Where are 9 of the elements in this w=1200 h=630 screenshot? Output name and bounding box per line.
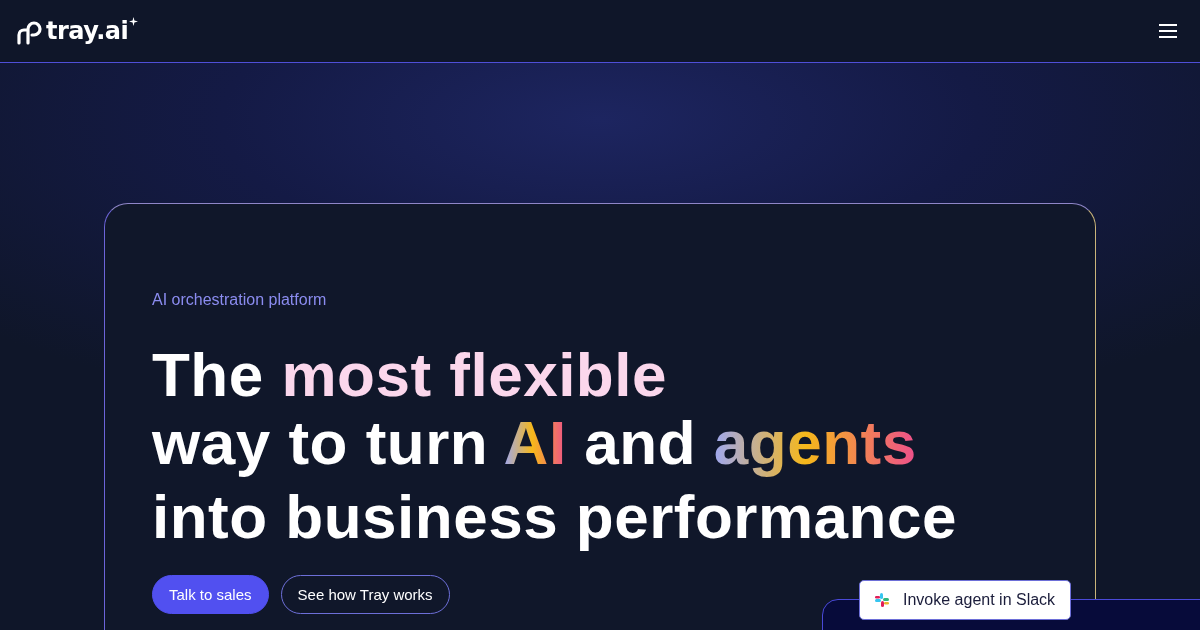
cta-button[interactable]: Talk to sales (152, 575, 269, 614)
headline: The most flexible way to turn AI and agents into business performance (152, 341, 957, 551)
slack-icon (875, 593, 889, 607)
slack-chip-label: Invoke agent in Slack (903, 591, 1056, 609)
sparkle-icon (129, 17, 139, 26)
menu-icon (1158, 23, 1178, 39)
logo-text: tray.ai (46, 17, 129, 45)
logo-icon (16, 21, 42, 45)
eyebrow-text: AI orchestration platform (152, 291, 327, 309)
